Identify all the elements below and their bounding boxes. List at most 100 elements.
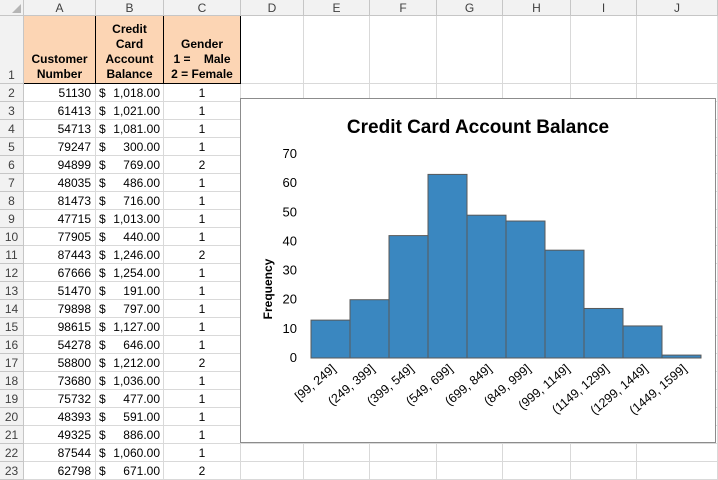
balance-cell[interactable]: $886.00 [96,426,164,444]
empty-cell[interactable] [637,444,718,462]
empty-cell[interactable] [637,16,718,84]
customer-number-cell[interactable]: 54713 [24,120,96,138]
balance-cell[interactable]: $1,060.00 [96,444,164,462]
column-header-b[interactable]: B [96,0,164,16]
customer-number-cell[interactable]: 58800 [24,354,96,372]
empty-cell[interactable] [304,462,370,480]
empty-cell[interactable] [304,444,370,462]
customer-number-cell[interactable]: 54278 [24,336,96,354]
customer-number-cell[interactable]: 94899 [24,156,96,174]
row-header[interactable]: 6 [0,156,24,174]
empty-cell[interactable] [437,462,503,480]
customer-number-cell[interactable]: 87443 [24,246,96,264]
balance-cell[interactable]: $1,081.00 [96,120,164,138]
row-header[interactable]: 4 [0,120,24,138]
empty-cell[interactable] [304,16,370,84]
balance-cell[interactable]: $716.00 [96,192,164,210]
row-header[interactable]: 7 [0,174,24,192]
gender-cell[interactable]: 1 [164,426,241,444]
customer-number-cell[interactable]: 98615 [24,318,96,336]
customer-number-cell[interactable]: 75732 [24,390,96,408]
column-header-c[interactable]: C [164,0,241,16]
column-header-d[interactable]: D [241,0,304,16]
row-header[interactable]: 21 [0,426,24,444]
row-header[interactable]: 9 [0,210,24,228]
balance-cell[interactable]: $591.00 [96,408,164,426]
gender-cell[interactable]: 1 [164,192,241,210]
row-header[interactable]: 17 [0,354,24,372]
header-cell-a[interactable]: Customer Number [24,16,96,84]
empty-cell[interactable] [241,444,304,462]
column-header-f[interactable]: F [370,0,437,16]
row-header[interactable]: 3 [0,102,24,120]
row-header[interactable]: 15 [0,318,24,336]
column-header-h[interactable]: H [503,0,571,16]
balance-cell[interactable]: $300.00 [96,138,164,156]
customer-number-cell[interactable]: 67666 [24,264,96,282]
balance-cell[interactable]: $486.00 [96,174,164,192]
balance-cell[interactable]: $440.00 [96,228,164,246]
row-header[interactable]: 12 [0,264,24,282]
row-header[interactable]: 14 [0,300,24,318]
column-header-g[interactable]: G [437,0,503,16]
gender-cell[interactable]: 1 [164,408,241,426]
balance-cell[interactable]: $191.00 [96,282,164,300]
empty-cell[interactable] [571,462,637,480]
balance-cell[interactable]: $1,036.00 [96,372,164,390]
customer-number-cell[interactable]: 87544 [24,444,96,462]
gender-cell[interactable]: 1 [164,336,241,354]
gender-cell[interactable]: 1 [164,300,241,318]
empty-cell[interactable] [370,462,437,480]
empty-cell[interactable] [370,444,437,462]
row-header[interactable]: 8 [0,192,24,210]
column-header-e[interactable]: E [304,0,370,16]
customer-number-cell[interactable]: 62798 [24,462,96,480]
empty-cell[interactable] [241,462,304,480]
gender-cell[interactable]: 1 [164,282,241,300]
customer-number-cell[interactable]: 73680 [24,372,96,390]
gender-cell[interactable]: 1 [164,318,241,336]
gender-cell[interactable]: 1 [164,372,241,390]
gender-cell[interactable]: 2 [164,156,241,174]
balance-cell[interactable]: $1,127.00 [96,318,164,336]
customer-number-cell[interactable]: 48393 [24,408,96,426]
histogram-chart[interactable]: Credit Card Account Balance Frequency 0 1… [240,98,716,443]
row-header[interactable]: 22 [0,444,24,462]
column-header-i[interactable]: I [571,0,637,16]
header-cell-c[interactable]: Gender 1 = Male 2 = Female [164,16,241,84]
gender-cell[interactable]: 1 [164,138,241,156]
empty-cell[interactable] [370,16,437,84]
balance-cell[interactable]: $477.00 [96,390,164,408]
row-header[interactable]: 20 [0,408,24,426]
row-header[interactable]: 16 [0,336,24,354]
row-header[interactable]: 19 [0,390,24,408]
customer-number-cell[interactable]: 61413 [24,102,96,120]
balance-cell[interactable]: $646.00 [96,336,164,354]
row-header[interactable]: 18 [0,372,24,390]
balance-cell[interactable]: $1,021.00 [96,102,164,120]
empty-cell[interactable] [437,444,503,462]
empty-cell[interactable] [637,462,718,480]
balance-cell[interactable]: $1,018.00 [96,84,164,102]
gender-cell[interactable]: 2 [164,246,241,264]
empty-cell[interactable] [241,16,304,84]
customer-number-cell[interactable]: 77905 [24,228,96,246]
empty-cell[interactable] [503,16,571,84]
empty-cell[interactable] [571,444,637,462]
gender-cell[interactable]: 2 [164,462,241,480]
balance-cell[interactable]: $1,246.00 [96,246,164,264]
row-header[interactable]: 23 [0,462,24,480]
customer-number-cell[interactable]: 48035 [24,174,96,192]
empty-cell[interactable] [437,16,503,84]
gender-cell[interactable]: 1 [164,228,241,246]
gender-cell[interactable]: 2 [164,354,241,372]
empty-cell[interactable] [503,462,571,480]
select-all-corner[interactable] [0,0,24,16]
column-header-a[interactable]: A [24,0,96,16]
column-header-j[interactable]: J [637,0,718,16]
row-header[interactable]: 5 [0,138,24,156]
gender-cell[interactable]: 1 [164,174,241,192]
gender-cell[interactable]: 1 [164,210,241,228]
empty-cell[interactable] [571,16,637,84]
gender-cell[interactable]: 1 [164,444,241,462]
